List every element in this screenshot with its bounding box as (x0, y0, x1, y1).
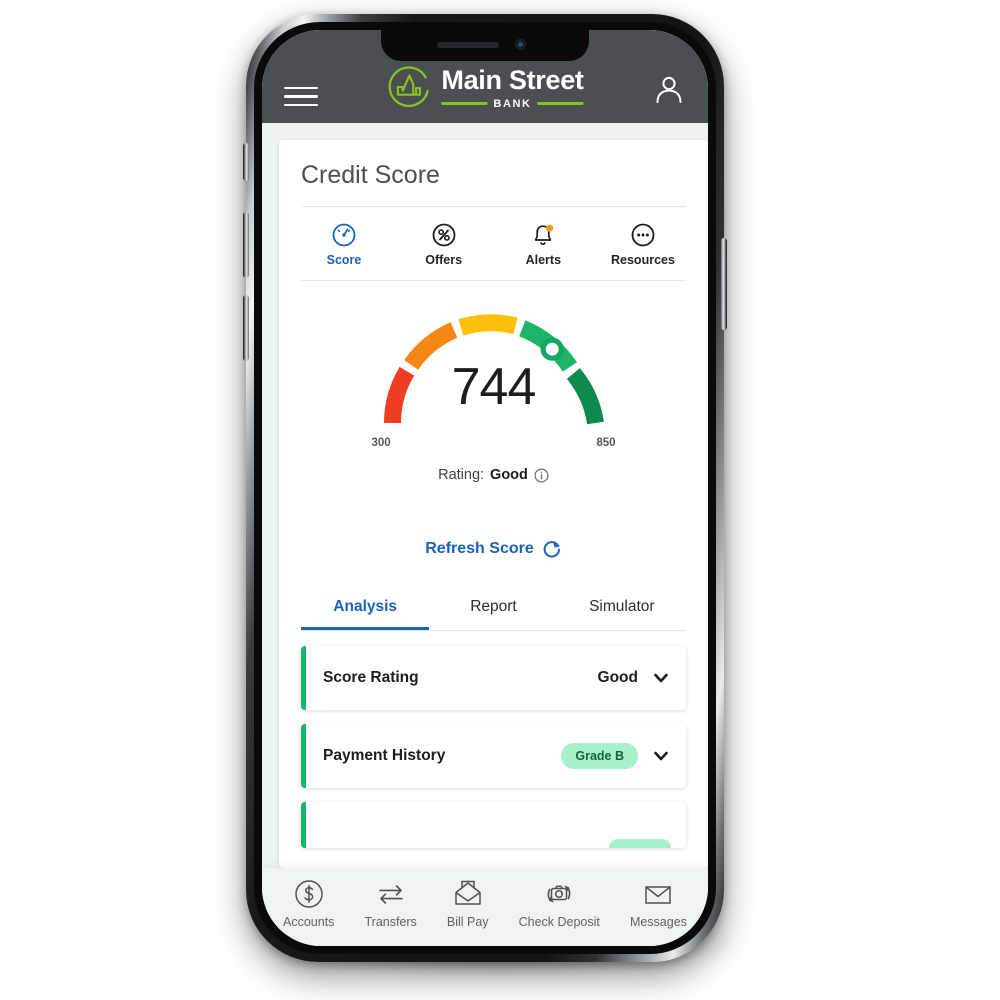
earpiece-speaker (437, 42, 499, 48)
user-avatar-icon[interactable] (652, 72, 686, 106)
hamburger-bar (284, 103, 318, 106)
section-nav-label: Alerts (525, 253, 562, 267)
bottom-nav-item-messages[interactable]: Messages (630, 877, 687, 929)
status-badge-partial (609, 839, 671, 848)
page-title: Credit Score (301, 161, 440, 189)
phone-volume-up-button[interactable] (243, 212, 249, 278)
bell-icon (530, 222, 556, 248)
accordion-score-rating[interactable]: Score Rating Good (301, 646, 686, 710)
section-nav-item-alerts[interactable]: Alerts (508, 222, 578, 267)
credit-score-gauge: 744 300 850 (372, 303, 616, 449)
refresh-score-button[interactable]: Refresh Score (425, 539, 562, 559)
banking-app: Main Street BANK Credit Score Score Offe… (262, 30, 708, 946)
credit-score-value: 744 (451, 358, 537, 416)
accordion-label: Score Rating (323, 669, 419, 686)
camera-refresh-icon (547, 885, 571, 903)
refresh-circular-arrow-icon (543, 541, 560, 558)
brand-name: Main Street (441, 64, 584, 95)
tab-simulator[interactable]: Simulator (558, 589, 686, 630)
section-nav-item-score[interactable]: Score (309, 222, 379, 267)
bottom-nav-item-transfers[interactable]: Transfers (364, 877, 417, 929)
tabs-block: Analysis Report Simulator Score Rating G… (279, 589, 708, 848)
app-content-area: Credit Score Score Offers Alerts Resourc… (262, 123, 708, 868)
section-nav-divider (301, 280, 686, 281)
gauge-segment-good (457, 314, 518, 336)
phone-screen: Main Street BANK Credit Score Score Offe… (262, 30, 708, 946)
brand-rule-left (441, 102, 488, 105)
gauge-max-label: 850 (596, 437, 616, 449)
phone-silence-switch[interactable] (243, 143, 249, 181)
accordion-next-partial[interactable] (301, 802, 686, 848)
front-camera (515, 39, 526, 50)
bottom-nav-label: Check Deposit (518, 915, 600, 929)
brand-logo[interactable]: Main Street BANK (386, 64, 584, 111)
status-badge: Grade B (561, 743, 638, 769)
factor-accordion-list: Score Rating Good Payment History Grade … (301, 646, 686, 848)
open-envelope-icon (454, 880, 481, 905)
bottom-nav-label: Messages (629, 915, 687, 929)
section-nav-label: Resources (611, 253, 675, 267)
accordion-label: Payment History (323, 747, 446, 764)
section-nav-item-resources[interactable]: Resources (608, 222, 678, 267)
credit-score-card: Credit Score Score Offers Alerts Resourc… (279, 140, 708, 868)
chevron-down-icon[interactable] (651, 668, 671, 688)
rating-value: Good (490, 467, 528, 483)
tab-analysis[interactable]: Analysis (301, 589, 430, 630)
bottom-nav-label: Bill Pay (446, 915, 489, 929)
phone-volume-down-button[interactable] (243, 295, 249, 361)
bottom-nav-label: Transfers (364, 915, 417, 929)
brand-text: Main Street BANK (441, 64, 584, 110)
speedometer-icon (331, 222, 357, 248)
hamburger-bar (284, 86, 318, 89)
tab-report[interactable]: Report (429, 589, 557, 630)
alerts-badge (546, 224, 554, 232)
rating-label: Rating: (438, 467, 485, 483)
brand-sub-word: BANK (493, 97, 532, 110)
rating-row: Rating: Good (279, 467, 708, 483)
accordion-value: Good (597, 669, 638, 686)
skyline-circle-logo-icon (388, 66, 429, 107)
transfer-arrows-icon (378, 885, 403, 904)
bottom-nav: Accounts Transfers Bill Pay Check Deposi… (262, 868, 708, 946)
accordion-right: Grade B (561, 743, 671, 769)
section-nav-label: Score (326, 253, 362, 267)
hamburger-menu-icon[interactable] (284, 86, 318, 106)
accordion-payment-history[interactable]: Payment History Grade B (301, 724, 686, 788)
refresh-score-label: Refresh Score (425, 540, 534, 557)
screenshot-stage: Main Street BANK Credit Score Score Offe… (0, 0, 1000, 1000)
percent-circle-icon (431, 222, 457, 248)
phone-power-button[interactable] (721, 238, 727, 330)
ellipsis-circle-icon (630, 222, 656, 248)
info-circle-icon[interactable] (534, 467, 549, 483)
section-nav-item-offers[interactable]: Offers (409, 222, 479, 267)
phone-notch (381, 30, 589, 61)
gauge-min-label: 300 (371, 437, 391, 449)
card-header-block: Credit Score (279, 140, 708, 207)
bottom-nav-label: Accounts (283, 915, 335, 929)
bottom-nav-item-bill-pay[interactable]: Bill Pay (447, 877, 489, 929)
envelope-icon (645, 886, 672, 904)
section-nav-label: Offers (425, 253, 463, 267)
section-nav: Score Offers Alerts Resources (301, 207, 686, 280)
chevron-down-icon[interactable] (651, 746, 671, 766)
dollar-circle-icon (294, 880, 323, 908)
accordion-right: Good (598, 668, 671, 688)
analysis-tabs: Analysis Report Simulator (301, 589, 686, 631)
refresh-row: Refresh Score (279, 539, 708, 559)
hamburger-bar (284, 95, 318, 98)
brand-rule-right (537, 102, 584, 105)
bottom-nav-item-accounts[interactable]: Accounts (283, 877, 334, 929)
section-nav-block: Score Offers Alerts Resources (279, 207, 708, 281)
bottom-nav-item-check-deposit[interactable]: Check Deposit (519, 877, 600, 929)
brand-subtitle: BANK (441, 97, 584, 110)
